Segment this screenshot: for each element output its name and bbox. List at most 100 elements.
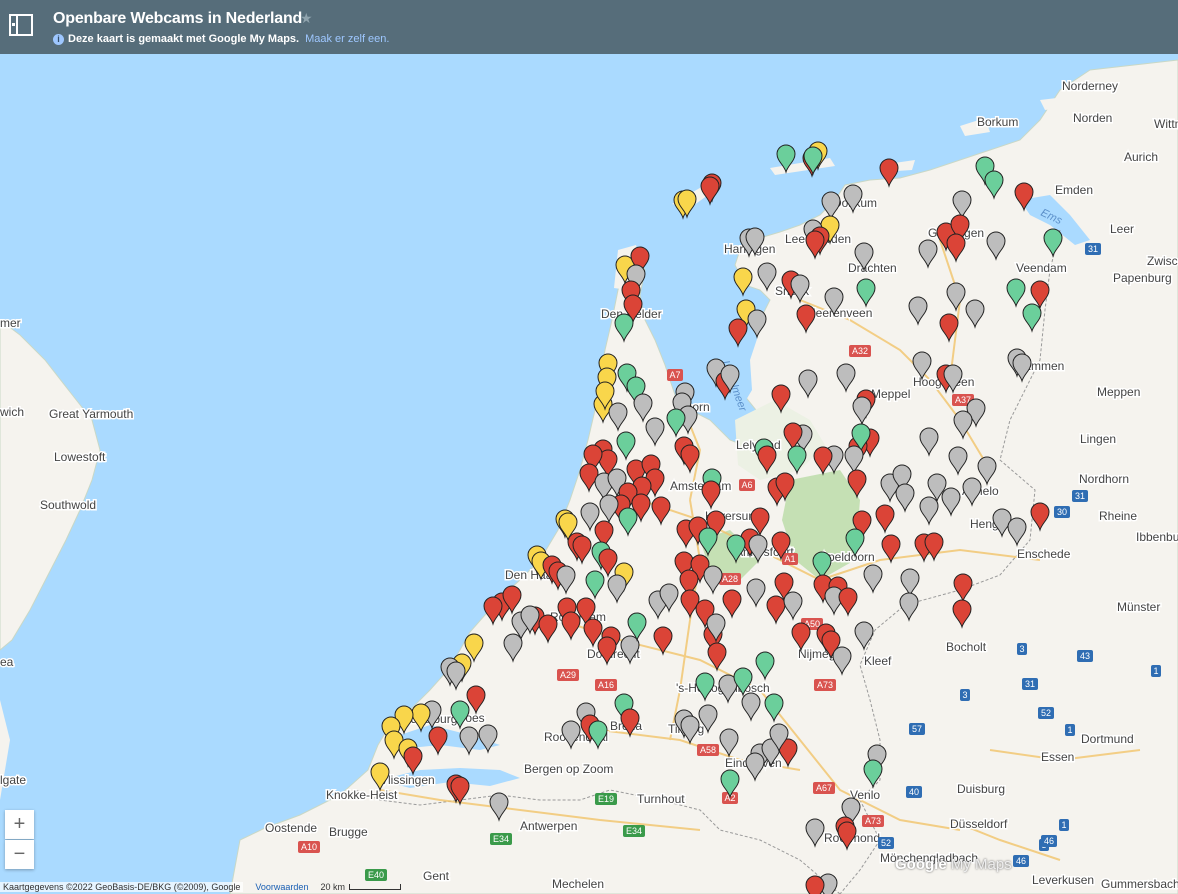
place-label: Meppen <box>1097 385 1140 399</box>
road-shield-label: A58 <box>700 745 716 755</box>
webcam-pin-red-icon[interactable] <box>805 875 825 894</box>
place-label: Ibbenbu <box>1136 530 1178 544</box>
road-shield: 31 <box>1085 243 1101 255</box>
road-shield-label: A67 <box>816 783 832 793</box>
place-label: Mechelen <box>552 877 604 891</box>
map-footer: Kaartgegevens ©2022 GeoBasis-DE/BKG (©20… <box>0 880 440 894</box>
road-shield: 40 <box>906 786 922 798</box>
road-shield-label: E19 <box>598 794 614 804</box>
road-shield-label: E34 <box>493 834 509 844</box>
road-shield: 31 <box>1022 678 1038 690</box>
scale-label: 20 km <box>320 882 345 892</box>
create-map-link[interactable]: Maak er zelf een. <box>305 33 389 45</box>
place-label: lgate <box>0 773 26 787</box>
place-label: Nordhorn <box>1079 472 1129 486</box>
place-label: Leer <box>1110 222 1134 236</box>
place-label: Southwold <box>40 498 96 512</box>
road-shield-label: A16 <box>598 680 614 690</box>
road-shield: E19 <box>595 793 617 805</box>
road-shield-label: 31 <box>1025 679 1035 689</box>
road-shield: A32 <box>849 345 871 357</box>
place-label: Aurich <box>1124 150 1158 164</box>
place-label: Oostende <box>265 821 317 835</box>
road-shield-label: A10 <box>301 842 317 852</box>
road-shield-label: 46 <box>1044 836 1054 846</box>
place-label: Rheine <box>1099 509 1137 523</box>
road-shield-label: A73 <box>817 680 833 690</box>
road-shield: A58 <box>697 744 719 756</box>
place-label: Papenburg <box>1113 271 1172 285</box>
road-shield: A10 <box>298 841 320 853</box>
place-label: Norden <box>1073 111 1112 125</box>
road-shield: 46 <box>1013 855 1029 867</box>
place-label: Amsterdam <box>670 479 731 493</box>
road-shield: A73 <box>862 815 884 827</box>
place-label: Bergen op Zoom <box>524 762 613 776</box>
road-shield-label: 1 <box>1067 725 1072 735</box>
place-label: Wittm <box>1154 117 1178 131</box>
road-shield-label: 30 <box>1057 507 1067 517</box>
brand-mymaps: My Maps <box>950 856 1012 873</box>
road-shield-label: E40 <box>368 870 384 880</box>
subtitle-text: Deze kaart is gemaakt met Google My Maps… <box>68 33 300 45</box>
scale-bar-line <box>348 884 401 890</box>
place-label: Kleef <box>864 654 892 668</box>
road-shield-label: 31 <box>1088 244 1098 254</box>
road-shield: 3 <box>960 689 970 701</box>
road-shield: 30 <box>1054 506 1070 518</box>
place-label: Borkum <box>977 115 1018 129</box>
place-label: Münster <box>1117 600 1160 614</box>
road-shield: A16 <box>595 679 617 691</box>
map-subtitle: i Deze kaart is gemaakt met Google My Ma… <box>53 33 389 45</box>
place-label: Heerenveen <box>807 306 872 320</box>
scale-bar: 20 km <box>320 882 401 892</box>
road-shield-label: A73 <box>865 816 881 826</box>
map-attribution: Kaartgegevens ©2022 GeoBasis-DE/BKG (©20… <box>0 882 244 892</box>
road-shield-label: A29 <box>560 670 576 680</box>
place-label: Dortmund <box>1081 732 1134 746</box>
road-shield: 57 <box>909 723 925 735</box>
place-label: Leverkusen <box>1032 873 1094 887</box>
sidebar-toggle-icon[interactable] <box>9 14 33 36</box>
place-label: Enschede <box>1017 547 1071 561</box>
place-label: Zwisc <box>1147 254 1178 268</box>
road-shield: 1 <box>1151 665 1161 677</box>
place-label: Düsseldorf <box>950 817 1008 831</box>
road-shield: 52 <box>1038 707 1054 719</box>
place-label: Great Yarmouth <box>49 407 133 421</box>
zoom-in-button[interactable]: + <box>5 810 34 839</box>
place-label: ea <box>0 655 14 669</box>
road-shield: 52 <box>878 837 894 849</box>
place-label: Gummersbach <box>1101 877 1178 891</box>
place-label: Duisburg <box>957 782 1005 796</box>
place-label: Norderney <box>1062 79 1118 93</box>
road-shield: A7 <box>667 369 683 381</box>
road-shield: A73 <box>814 679 836 691</box>
map-canvas[interactable]: Norderney Borkum Norden Wittm Aurich Emden Lee… <box>0 54 1178 894</box>
place-label: Lowestoft <box>54 450 106 464</box>
road-shield: 1 <box>1065 724 1075 736</box>
star-icon[interactable]: ★ <box>300 10 313 27</box>
road-shield: E34 <box>490 833 512 845</box>
place-label: Veendam <box>1016 261 1067 275</box>
road-shield-label: 57 <box>912 724 922 734</box>
road-shield-label: A32 <box>852 346 868 356</box>
road-shield: 31 <box>1072 490 1088 502</box>
place-label: Emden <box>1055 183 1093 197</box>
terms-link[interactable]: Voorwaarden <box>255 882 308 892</box>
road-shield-label: E34 <box>626 826 642 836</box>
road-shield-label: 46 <box>1016 856 1026 866</box>
place-label: Turnhout <box>637 792 685 806</box>
road-shield-label: 52 <box>1041 708 1051 718</box>
road-shield-label: A1 <box>784 554 795 564</box>
zoom-out-button[interactable]: − <box>5 840 34 869</box>
map-title: Openbare Webcams in Nederland <box>53 10 303 27</box>
road-shield-label: 1 <box>1153 666 1158 676</box>
info-icon: i <box>53 33 64 45</box>
road-shield-label: A6 <box>741 480 752 490</box>
place-label: Bocholt <box>946 640 987 654</box>
road-shield: A29 <box>557 669 579 681</box>
place-label: Drachten <box>848 261 897 275</box>
road-shield-label: A7 <box>669 370 680 380</box>
road-shield: 1 <box>1059 819 1069 831</box>
